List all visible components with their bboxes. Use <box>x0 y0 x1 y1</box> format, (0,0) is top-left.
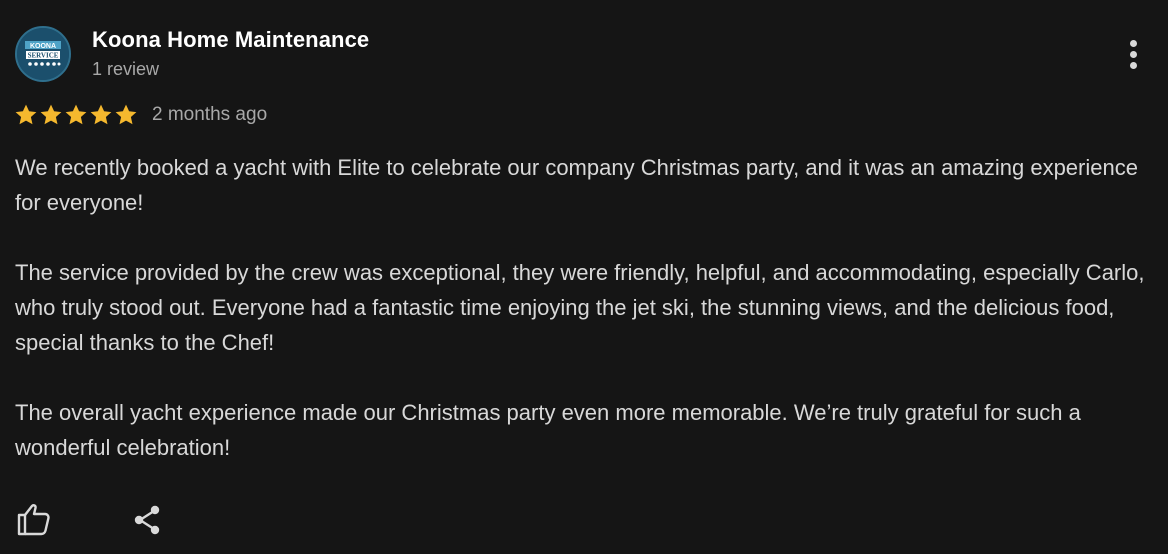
star-icon <box>40 104 62 125</box>
star-icon <box>65 104 87 125</box>
avatar-logo-mid-text: SERVICE <box>28 52 59 60</box>
more-vertical-icon <box>1130 62 1137 69</box>
avatar[interactable]: KOONA SERVICE <box>15 26 71 82</box>
star-icon <box>115 104 137 125</box>
review-paragraph: The service provided by the crew was exc… <box>15 260 1145 355</box>
review-date: 2 months ago <box>152 104 268 125</box>
star-icon <box>15 104 37 125</box>
review-card: KOONA SERVICE Koona Home Maintenance 1 r… <box>0 0 1168 554</box>
thumbs-up-icon <box>17 504 50 536</box>
more-vertical-icon <box>1130 40 1137 47</box>
more-vertical-icon <box>1130 51 1137 58</box>
star-icon <box>90 104 112 125</box>
share-button[interactable] <box>128 500 168 540</box>
rating-row: 2 months ago <box>14 101 267 129</box>
review-paragraph: The overall yacht experience made our Ch… <box>15 400 1081 460</box>
share-icon <box>134 505 160 535</box>
review-paragraph: We recently booked a yacht with Elite to… <box>15 155 1138 215</box>
star-rating <box>14 103 138 127</box>
avatar-logo-top-text: KOONA <box>30 43 56 50</box>
review-text: We recently booked a yacht with Elite to… <box>15 150 1160 465</box>
company-logo-icon: KOONA SERVICE <box>17 28 69 80</box>
more-options-button[interactable] <box>1118 36 1150 72</box>
review-count: 1 review <box>92 59 160 79</box>
author-name[interactable]: Koona Home Maintenance <box>92 27 369 53</box>
like-button[interactable] <box>14 500 54 540</box>
